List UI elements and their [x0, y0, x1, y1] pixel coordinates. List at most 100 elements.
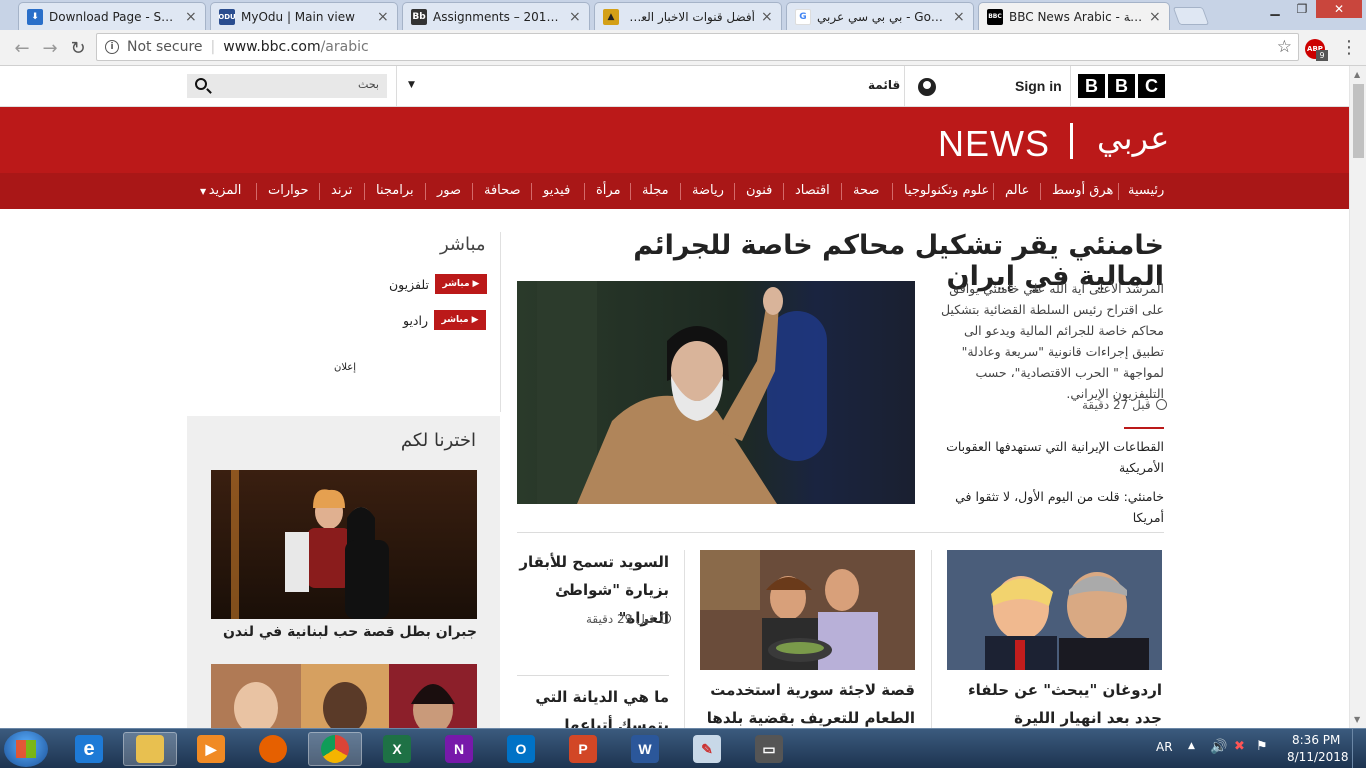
picks-title: اخترنا لكم: [400, 430, 476, 451]
close-icon[interactable]: ×: [185, 9, 197, 25]
divider: [396, 66, 397, 107]
picks-image[interactable]: [211, 470, 477, 619]
warning-icon: ▲: [603, 8, 619, 25]
scroll-down-icon[interactable]: ▼: [1354, 715, 1360, 724]
address-bar[interactable]: i Not secure | www.bbc.com/arabic ☆: [96, 33, 1299, 61]
excel-icon[interactable]: X: [370, 732, 424, 766]
nav-item[interactable]: رياضة: [692, 183, 724, 198]
show-desktop-button[interactable]: [1352, 729, 1366, 768]
new-tab-button[interactable]: [1172, 7, 1210, 25]
nav-item[interactable]: اقتصاد: [795, 183, 830, 198]
divider: [1118, 183, 1119, 200]
related-link[interactable]: خامنئي: قلت من اليوم الأول، لا تثقوا في …: [940, 486, 1164, 528]
nav-item[interactable]: حوارات: [268, 183, 309, 198]
sign-in-link[interactable]: Sign in: [1015, 78, 1062, 94]
browser-tab[interactable]: ▲ أفضل قنوات الاخبار العربية | الم ×: [594, 2, 782, 30]
close-window-icon[interactable]: ✕: [1316, 0, 1362, 18]
search-input[interactable]: بحث: [187, 74, 387, 98]
browser-tab[interactable]: G بي بي سي عربي - Google Search ×: [786, 2, 974, 30]
file-explorer-icon[interactable]: [123, 732, 177, 766]
word-icon[interactable]: W: [618, 732, 672, 766]
nav-item[interactable]: مجلة: [642, 183, 669, 198]
browser-tab[interactable]: ⬇ Download Page - Softlay ×: [18, 2, 206, 30]
page-scrollbar[interactable]: ▲ ▼: [1349, 66, 1366, 728]
nav-item[interactable]: مرأة: [596, 183, 621, 198]
close-icon[interactable]: ×: [761, 9, 773, 25]
close-icon[interactable]: ×: [953, 9, 965, 25]
clock-time[interactable]: 8:36 PM: [1292, 733, 1340, 747]
arabic-wordmark[interactable]: عربي: [1097, 119, 1169, 157]
nav-item[interactable]: ترند: [331, 183, 352, 198]
bbc-logo[interactable]: B B C: [1078, 74, 1165, 98]
extension-badge: 9: [1316, 50, 1328, 61]
chrome-icon[interactable]: [308, 732, 362, 766]
bbc-logo-letter: B: [1078, 74, 1105, 98]
divider: [680, 183, 681, 200]
live-badge-label: مباشر: [441, 315, 469, 325]
nav-more-label: المزيد: [208, 183, 242, 198]
clock-date[interactable]: 8/11/2018: [1287, 750, 1349, 764]
related-link[interactable]: القطاعات الإيرانية التي تستهدفها العقوبا…: [940, 436, 1164, 478]
picks-caption[interactable]: جبران بطل قصة حب لبنانية في لندن: [211, 624, 477, 640]
story-image[interactable]: [947, 550, 1162, 670]
close-icon[interactable]: ×: [1149, 9, 1161, 25]
info-icon[interactable]: i: [105, 40, 119, 54]
nav-item[interactable]: صحة: [853, 183, 879, 198]
nav-item[interactable]: فيديو: [543, 183, 570, 198]
nav-item[interactable]: عالم: [1005, 183, 1029, 198]
live-tv-link[interactable]: ▶ مباشر تلفزيون: [389, 274, 487, 294]
close-icon[interactable]: ×: [377, 9, 389, 25]
nav-item[interactable]: علوم وتكنولوجيا: [904, 183, 989, 198]
flag-icon[interactable]: ⚑: [1256, 739, 1268, 754]
onenote-icon[interactable]: N: [432, 732, 486, 766]
picks-image[interactable]: [211, 664, 477, 728]
chevron-down-icon[interactable]: ▼: [408, 80, 415, 90]
forward-icon[interactable]: →: [38, 36, 62, 60]
back-icon[interactable]: ←: [10, 36, 34, 60]
blackboard-icon: Bb: [411, 8, 427, 25]
start-button[interactable]: [4, 731, 48, 767]
user-icon[interactable]: [918, 78, 936, 96]
top-story-image[interactable]: [517, 281, 915, 504]
bookmark-star-icon[interactable]: ☆: [1277, 37, 1292, 57]
scroll-up-icon[interactable]: ▲: [1354, 70, 1360, 79]
nav-item[interactable]: صحافة: [484, 183, 521, 198]
news-wordmark[interactable]: NEWS: [938, 123, 1050, 165]
firefox-icon[interactable]: [246, 732, 300, 766]
nav-item[interactable]: برامجنا: [376, 183, 414, 198]
nav-more-button[interactable]: ▼ المزيد: [200, 183, 241, 198]
maximize-icon[interactable]: ❐: [1289, 0, 1315, 18]
tray-expand-icon[interactable]: ▲: [1188, 741, 1195, 751]
close-icon[interactable]: ×: [569, 9, 581, 25]
powerpoint-icon[interactable]: P: [556, 732, 610, 766]
story-image[interactable]: [700, 550, 915, 670]
divider: [684, 550, 685, 728]
reload-icon[interactable]: ↻: [66, 36, 90, 60]
nav-item[interactable]: فنون: [746, 183, 772, 198]
menu-link[interactable]: قائمة: [868, 78, 900, 92]
story-title[interactable]: ما هي الديانة التي يتمسك أتباعها بـ"العم…: [517, 683, 669, 728]
minimize-icon[interactable]: ▁: [1262, 0, 1288, 18]
browser-tab[interactable]: ODU MyOdu | Main view ×: [210, 2, 398, 30]
story-title[interactable]: اردوغان "يبحث" عن حلفاء جدد بعد انهيار ا…: [947, 676, 1162, 728]
usb-drive-icon[interactable]: ▭: [742, 732, 796, 766]
volume-icon[interactable]: 🔊: [1210, 739, 1227, 755]
paint-icon[interactable]: ✎: [680, 732, 734, 766]
browser-tab-active[interactable]: BBC BBC News Arabic - الرئيسية ×: [978, 2, 1170, 30]
nav-item[interactable]: صور: [437, 183, 461, 198]
story-title[interactable]: قصة لاجئة سورية استخدمت الطعام للتعريف ب…: [700, 676, 915, 728]
media-player-icon[interactable]: ▶: [184, 732, 238, 766]
live-radio-link[interactable]: ▶ مباشر راديو: [403, 310, 487, 330]
browser-tab[interactable]: Bb Assignments – 201620_S ×: [402, 2, 590, 30]
nav-item[interactable]: رئيسية: [1128, 183, 1164, 198]
nav-item[interactable]: هرق أوسط: [1052, 183, 1113, 198]
network-icon[interactable]: ✖: [1234, 739, 1245, 754]
internet-explorer-icon[interactable]: e: [62, 732, 116, 766]
search-icon[interactable]: [195, 78, 207, 90]
tab-title: BBC News Arabic - الرئيسية: [1009, 9, 1143, 24]
language-indicator[interactable]: AR: [1156, 740, 1173, 754]
browser-menu-icon[interactable]: ⋮: [1340, 38, 1358, 58]
url-path: /arabic: [320, 39, 369, 55]
outlook-icon[interactable]: O: [494, 732, 548, 766]
scroll-thumb[interactable]: [1353, 84, 1364, 158]
